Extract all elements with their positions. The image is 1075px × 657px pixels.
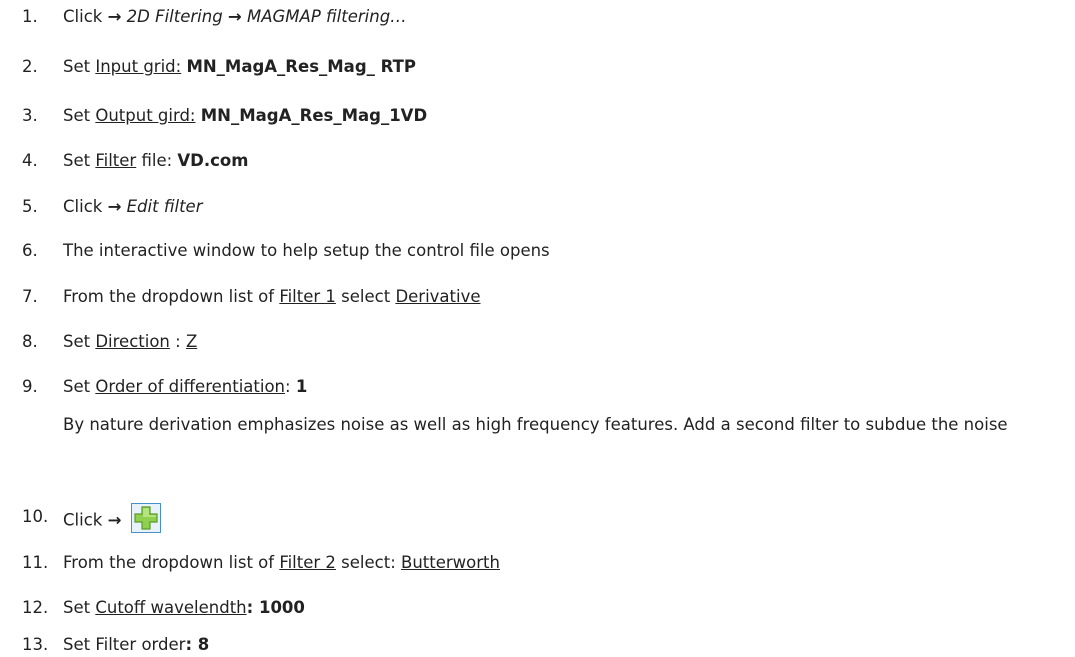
step-number: 10. <box>22 507 49 526</box>
text-fragment: Click <box>63 197 108 216</box>
underlined-term: Order of differentiation <box>95 377 286 396</box>
step-text: Set Filter order: 8 <box>63 634 209 656</box>
step-text: Set Output gird: MN_MagA_Res_Mag_1VD <box>63 105 427 127</box>
underlined-term: Cutoff wavelendth <box>95 598 247 617</box>
text-fragment: select: <box>335 553 401 572</box>
bold-value: : 1000 <box>246 598 305 617</box>
step-text: Set Direction : Z <box>63 331 197 353</box>
underlined-term: Derivative <box>395 287 481 306</box>
step-text: Set Order of differentiation: 1 <box>63 376 307 398</box>
bold-value: VD.com <box>177 151 249 170</box>
step-number: 7. <box>22 287 38 306</box>
step-number: 13. <box>22 635 49 654</box>
underlined-term: Z <box>185 332 198 351</box>
step-number: 12. <box>22 598 49 617</box>
bold-value: 1 <box>295 377 308 396</box>
green-plus-icon <box>130 503 161 533</box>
step-text: Set Input grid: MN_MagA_Res_Mag_ RTP <box>63 56 416 78</box>
step-number: 6. <box>22 241 38 260</box>
text-fragment: Click <box>63 7 108 26</box>
step-text: From the dropdown list of Filter 1 selec… <box>63 286 481 308</box>
text-fragment: From the dropdown list of <box>63 287 280 306</box>
text-fragment: Click <box>63 510 108 530</box>
underlined-term: Direction <box>95 332 170 351</box>
arrow-icon: → <box>107 510 122 530</box>
underlined-term: Output gird: <box>95 106 196 125</box>
arrow-icon: → <box>227 7 242 26</box>
bold-value: MN_MagA_Res_Mag_1VD <box>200 106 428 125</box>
text-fragment: file: <box>136 151 178 170</box>
text-fragment: Set <box>63 598 96 617</box>
arrow-icon: → <box>107 197 122 216</box>
step-number: 1. <box>22 7 38 26</box>
text-fragment: : <box>169 332 186 351</box>
step-text: The interactive window to help setup the… <box>63 240 550 262</box>
underlined-term: Filter <box>95 151 137 170</box>
text-fragment: Set <box>63 57 96 76</box>
underlined-term: Butterworth <box>401 553 500 572</box>
step-text: Click → 2D Filtering → MAGMAP filtering… <box>63 6 407 28</box>
step-text: From the dropdown list of Filter 2 selec… <box>63 552 500 574</box>
menu-path: Edit filter <box>121 197 203 216</box>
explanatory-note: By nature derivation emphasizes noise as… <box>63 415 1008 434</box>
underlined-term: Filter 2 <box>279 553 336 572</box>
step-number: 9. <box>22 377 38 396</box>
underlined-term: Filter 1 <box>279 287 336 306</box>
step-text-parts: Click → <box>63 511 127 530</box>
text-fragment: The interactive window to help setup the… <box>63 241 550 260</box>
underlined-term: Input grid: <box>95 57 182 76</box>
step-text: Set Cutoff wavelendth: 1000 <box>63 597 305 619</box>
step-text: Click → Edit filter <box>63 196 202 218</box>
text-fragment: Set Filter order <box>63 635 186 654</box>
text-fragment: Set <box>63 106 96 125</box>
menu-path: 2D Filtering <box>121 7 228 26</box>
text-fragment: select <box>335 287 396 306</box>
bold-value: : 8 <box>185 635 210 654</box>
step-number: 4. <box>22 151 38 170</box>
step-text: Click → <box>63 503 161 536</box>
text-fragment: Set <box>63 332 96 351</box>
text-fragment: Set <box>63 377 96 396</box>
step-number: 5. <box>22 197 38 216</box>
text-fragment <box>121 511 126 530</box>
arrow-icon: → <box>107 7 122 26</box>
step-number: 11. <box>22 553 49 572</box>
text-fragment: Set <box>63 151 96 170</box>
step-number: 8. <box>22 332 38 351</box>
bold-value: MN_MagA_Res_Mag_ RTP <box>186 57 416 76</box>
step-text: Set Filter file: VD.com <box>63 150 248 172</box>
text-fragment: From the dropdown list of <box>63 553 280 572</box>
step-number: 3. <box>22 106 38 125</box>
menu-path: MAGMAP filtering… <box>241 7 407 26</box>
text-fragment: : <box>285 377 296 396</box>
step-number: 2. <box>22 57 38 76</box>
